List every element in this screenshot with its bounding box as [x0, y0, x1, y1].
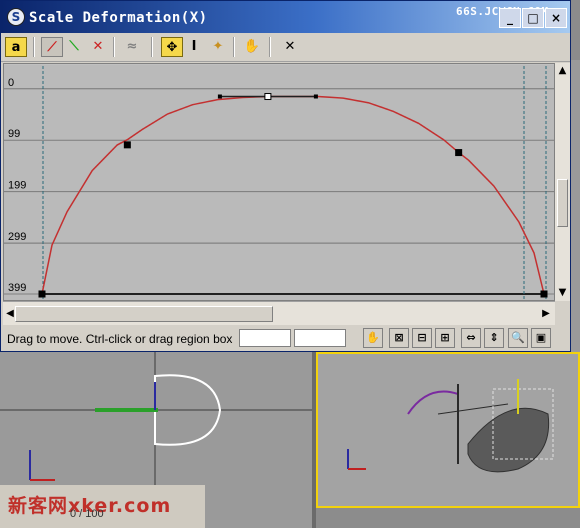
scroll-right-arrow-icon[interactable]: ▶ [541, 308, 551, 319]
insert-corner-point-button[interactable]: ✦ [207, 37, 229, 57]
toolbar-separator [33, 37, 35, 57]
y-tick-label: 0 [8, 77, 14, 89]
swap-curves-button[interactable]: ≈ [121, 37, 143, 57]
deformation-toolbar: a ⟋ ⟍ ✕ ≈ ✥ I ✦ ✋ ✕ [1, 33, 570, 62]
control-point [455, 149, 463, 157]
frame-counter: 0 / 100 [70, 508, 104, 520]
y-tick-label: 199 [8, 180, 26, 192]
toolbar-separator [233, 37, 235, 57]
control-point [264, 93, 272, 101]
pan-icon[interactable]: ✋ [363, 328, 383, 348]
control-point [540, 290, 548, 298]
make-symmetrical-button[interactable]: a [5, 37, 27, 57]
toolbar-separator [151, 37, 153, 57]
app-icon: S [7, 8, 25, 26]
delete-control-point-button[interactable]: ✋ [241, 37, 263, 57]
y-tick-label: 399 [8, 282, 26, 294]
display-xy-axes-button[interactable]: ✕ [87, 37, 109, 57]
value-field-2[interactable] [294, 329, 346, 347]
window-title: Scale Deformation(X) [29, 10, 208, 26]
zoom-extents-icon[interactable]: ⊠ [389, 328, 409, 348]
toolbar-separator [113, 37, 115, 57]
control-point [38, 290, 46, 298]
deformation-graph[interactable]: 399 299 199 99 0 [3, 63, 555, 301]
scale-deformation-window[interactable]: S Scale Deformation(X) 66S.JCWCN.COM _ □… [0, 0, 571, 352]
zoom-value-extents-icon[interactable]: ⊞ [435, 328, 455, 348]
zoom-horizontal-extents-icon[interactable]: ⊟ [412, 328, 432, 348]
display-y-axis-button[interactable]: ⟍ [63, 37, 85, 57]
scroll-down-arrow-icon[interactable]: ▼ [557, 287, 568, 298]
close-button[interactable]: × [545, 8, 567, 28]
viewport-perspective[interactable] [316, 352, 580, 508]
move-control-point-button[interactable]: ✥ [161, 37, 183, 57]
title-bar[interactable]: S Scale Deformation(X) 66S.JCWCN.COM _ □… [1, 1, 570, 33]
toolbar-separator [269, 37, 271, 57]
vertical-scroll-thumb[interactable] [557, 179, 568, 227]
y-tick-label: 99 [8, 128, 20, 140]
y-tick-label: 299 [8, 231, 26, 243]
status-prompt: Drag to move. Ctrl-click or drag region … [7, 332, 235, 346]
zoom-horizontally-icon[interactable]: ⇔ [461, 328, 481, 348]
tangent-handle-end [217, 94, 222, 99]
minimize-button[interactable]: _ [499, 8, 521, 28]
zoom-vertically-icon[interactable]: ⇕ [484, 328, 504, 348]
value-field-1[interactable] [239, 329, 291, 347]
horizontal-scroll-thumb[interactable] [15, 306, 273, 322]
tangent-handle-end [313, 94, 318, 99]
zoom-icon[interactable]: 🔍 [508, 328, 528, 348]
zoom-region-icon[interactable]: ▣ [531, 328, 551, 348]
display-x-axis-button[interactable]: ⟋ [41, 37, 63, 57]
control-point [123, 141, 131, 149]
reset-curve-button[interactable]: ✕ [279, 37, 301, 57]
scroll-left-arrow-icon[interactable]: ◀ [5, 308, 15, 319]
scroll-up-arrow-icon[interactable]: ▲ [557, 65, 568, 76]
scale-control-point-button[interactable]: I [183, 37, 205, 57]
maximize-button[interactable]: □ [522, 8, 544, 28]
